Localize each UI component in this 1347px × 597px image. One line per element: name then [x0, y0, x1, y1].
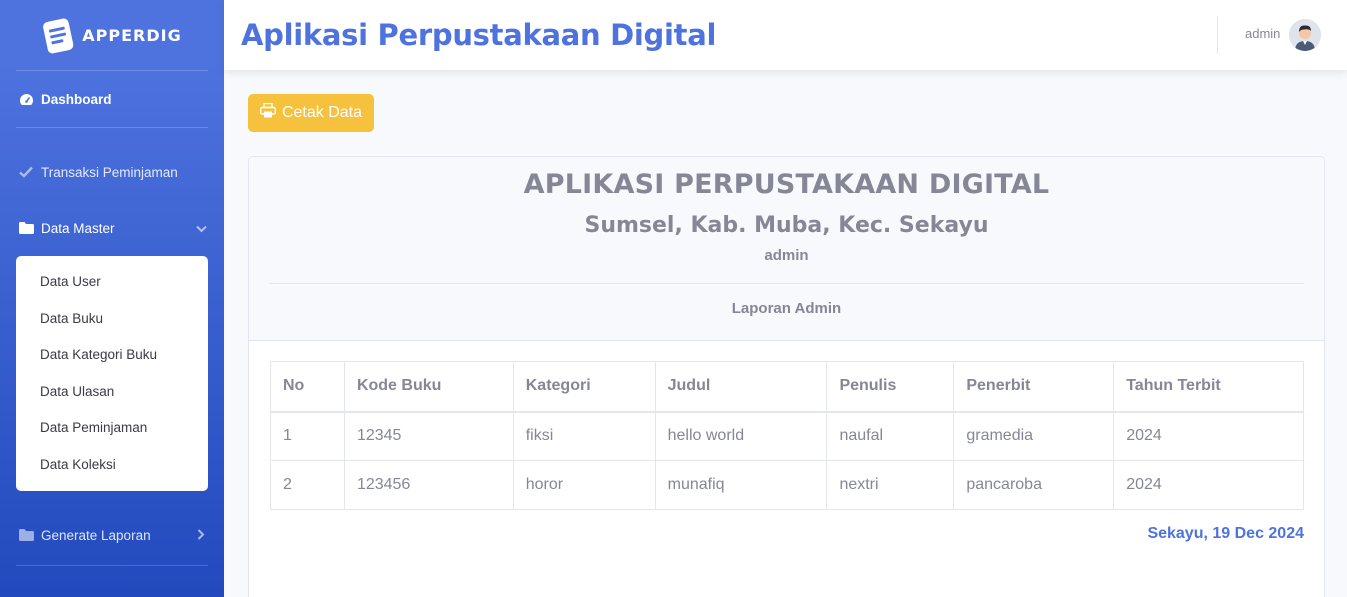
table-cell: 2024 — [1113, 460, 1304, 510]
chevron-down-icon — [194, 221, 208, 236]
folder-icon — [18, 220, 34, 236]
table-header-row: No Kode Buku Kategori Judul Penulis Pene… — [270, 361, 1304, 413]
submenu-item-data-buku[interactable]: Data Buku — [16, 301, 208, 338]
column-header-judul: Judul — [654, 361, 828, 413]
table-cell: fiksi — [512, 411, 656, 461]
submenu-item-data-kategori-buku[interactable]: Data Kategori Buku — [16, 337, 208, 374]
sidebar-brand[interactable]: APPERDIG — [0, 0, 224, 70]
table-cell: 1 — [270, 411, 345, 461]
table-cell: hello world — [654, 411, 828, 461]
check-icon — [18, 164, 34, 180]
column-header-kode-buku: Kode Buku — [343, 361, 514, 413]
report-caption: Laporan Admin — [731, 300, 842, 317]
table-cell: pancaroba — [953, 460, 1115, 510]
report-user: admin — [764, 247, 809, 264]
user-name[interactable]: admin — [1245, 26, 1280, 41]
table-row: 1 12345 fiksi hello world naufal gramedi… — [270, 411, 1304, 461]
report-title: APLIKASI PERPUSTAKAAN DIGITAL — [523, 169, 1050, 200]
print-button[interactable]: Cetak Data — [248, 94, 374, 132]
column-header-no: No — [270, 361, 345, 413]
column-header-penerbit: Penerbit — [953, 361, 1115, 413]
submenu-item-data-peminjaman[interactable]: Data Peminjaman — [16, 410, 208, 447]
column-header-tahun-terbit: Tahun Terbit — [1113, 361, 1304, 413]
report-card: APLIKASI PERPUSTAKAAN DIGITAL Sumsel, Ka… — [248, 156, 1325, 597]
sidebar-item-label: Dashboard — [41, 91, 112, 107]
brand-name: APPERDIG — [82, 25, 182, 45]
report-date: Sekayu, 19 Dec 2024 — [1147, 525, 1304, 542]
table-row: 2 123456 horor munafiq nextri pancaroba … — [270, 460, 1304, 510]
report-subtitle: Sumsel, Kab. Muba, Kec. Sekayu — [584, 213, 989, 238]
report-divider — [269, 283, 1304, 284]
page-title: Aplikasi Perpustakaan Digital — [241, 18, 717, 52]
sidebar-item-dashboard[interactable]: Dashboard — [0, 71, 224, 127]
data-master-submenu: Data User Data Buku Data Kategori Buku D… — [16, 256, 208, 491]
table-cell: gramedia — [953, 411, 1115, 461]
table-cell: 123456 — [343, 460, 514, 510]
submenu-item-data-user[interactable]: Data User — [16, 264, 208, 301]
sidebar-divider — [16, 565, 208, 566]
avatar[interactable] — [1289, 19, 1321, 51]
folder-icon — [18, 527, 34, 543]
sidebar-item-label: Transaksi Peminjaman — [41, 164, 178, 180]
column-header-kategori: Kategori — [512, 361, 656, 413]
column-header-penulis: Penulis — [826, 361, 955, 413]
submenu-item-data-ulasan[interactable]: Data Ulasan — [16, 374, 208, 411]
tachometer-icon — [18, 91, 34, 107]
book-icon — [39, 15, 77, 55]
report-header: APLIKASI PERPUSTAKAAN DIGITAL Sumsel, Ka… — [249, 157, 1324, 341]
sidebar-item-transaksi-peminjaman[interactable]: Transaksi Peminjaman — [0, 144, 224, 200]
sidebar: APPERDIG Dashboard Transaksi Peminjaman … — [0, 0, 224, 597]
table-cell: 2 — [270, 460, 345, 510]
sidebar-item-label: Data Master — [41, 220, 115, 236]
chevron-right-icon — [194, 528, 208, 543]
topbar: Aplikasi Perpustakaan Digital admin — [224, 0, 1347, 70]
table-cell: 2024 — [1113, 411, 1304, 461]
topbar-divider — [1217, 16, 1218, 54]
table-cell: nextri — [826, 460, 955, 510]
report-table: No Kode Buku Kategori Judul Penulis Pene… — [270, 361, 1304, 510]
table-cell: horor — [512, 460, 656, 510]
print-icon — [259, 102, 276, 123]
submenu-item-data-koleksi[interactable]: Data Koleksi — [16, 447, 208, 484]
sidebar-item-data-master[interactable]: Data Master — [0, 200, 224, 256]
table-cell: 12345 — [343, 411, 514, 461]
table-cell: munafiq — [654, 460, 828, 510]
table-cell: naufal — [826, 411, 955, 461]
sidebar-item-generate-laporan[interactable]: Generate Laporan — [0, 507, 224, 563]
print-button-label: Cetak Data — [281, 104, 363, 121]
sidebar-item-label: Generate Laporan — [41, 527, 151, 543]
